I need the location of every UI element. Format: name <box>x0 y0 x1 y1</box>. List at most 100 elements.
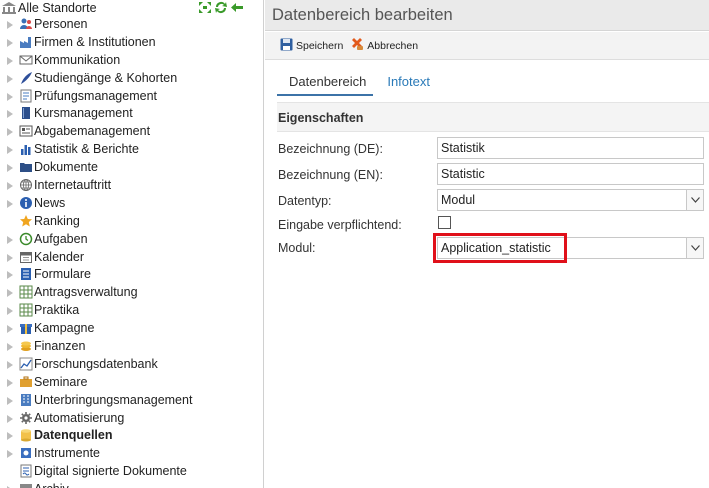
tree-item-label: Kommunikation <box>34 52 121 67</box>
bar-chart-icon <box>19 142 33 156</box>
tab-datenbereich[interactable]: Datenbereich <box>277 72 374 96</box>
tree-item-internetauftritt[interactable]: Internetauftritt <box>0 176 263 194</box>
expand-triangle-icon[interactable] <box>6 73 14 83</box>
expand-triangle-icon[interactable] <box>6 287 14 298</box>
tree-item-label: Kalender <box>34 249 85 264</box>
cancel-button[interactable]: Abbrechen <box>350 37 418 54</box>
tab-infotext[interactable]: Infotext <box>373 72 437 96</box>
tree-item-personen[interactable]: Personen <box>0 15 263 33</box>
name-de-field[interactable]: Statistik <box>437 137 704 159</box>
feather-icon <box>19 71 33 85</box>
grid-icon <box>19 303 33 317</box>
expand-triangle-icon[interactable] <box>6 108 14 119</box>
tree-item-kampagne[interactable]: Kampagne <box>0 319 263 337</box>
tree-item-antragsverwaltung[interactable]: Antragsverwaltung <box>0 283 263 301</box>
tree-item-statistik-berichte[interactable]: Statistik & Berichte <box>0 140 263 158</box>
section-title: Eigenschaften <box>278 111 364 125</box>
tree-item-abgabemanagement[interactable]: Abgabemanagement <box>0 122 263 140</box>
expand-triangle-icon[interactable] <box>6 413 14 423</box>
tree-item-unterbringungsmanagement[interactable]: Unterbringungsmanagement <box>0 391 263 409</box>
tree-item-label: Aufgaben <box>34 231 88 246</box>
expand-triangle-icon[interactable] <box>6 144 14 155</box>
expand-triangle-icon[interactable] <box>6 162 14 173</box>
database-icon <box>19 428 33 442</box>
tree-item-automatisierung[interactable]: Automatisierung <box>0 409 263 427</box>
expand-triangle-icon[interactable] <box>6 377 14 387</box>
datatype-value: Modul <box>441 193 476 207</box>
tree-item-kursmanagement[interactable]: Kursmanagement <box>0 104 263 122</box>
expand-triangle-icon[interactable] <box>6 252 14 262</box>
line-chart-icon <box>19 357 33 371</box>
tree-root-label: Alle Standorte <box>18 1 97 15</box>
expand-triangle-icon[interactable] <box>6 126 14 137</box>
section-header: Eigenschaften <box>277 102 709 132</box>
expand-triangle-icon[interactable] <box>6 341 14 351</box>
required-checkbox[interactable] <box>438 216 451 229</box>
tree-item-label: Abgabemanagement <box>34 124 151 139</box>
expand-triangle-icon[interactable] <box>6 323 14 334</box>
expand-triangle-icon[interactable] <box>6 448 14 459</box>
tree-item-archiv[interactable]: Archiv <box>0 480 263 488</box>
expand-all-icon[interactable] <box>198 1 212 14</box>
expand-triangle-icon[interactable] <box>6 55 14 65</box>
signed-doc-icon <box>19 464 33 478</box>
tree-item-ranking[interactable]: Ranking <box>0 212 263 230</box>
expand-triangle-icon[interactable] <box>6 180 14 190</box>
tree-item-finanzen[interactable]: Finanzen <box>0 337 263 355</box>
tree-item-label: Finanzen <box>34 338 86 353</box>
tree-item-formulare[interactable]: Formulare <box>0 265 263 283</box>
tree-item-kommunikation[interactable]: Kommunikation <box>0 51 263 69</box>
chevron-down-icon[interactable] <box>686 190 703 210</box>
expand-triangle-icon[interactable] <box>6 430 14 441</box>
factory-icon <box>19 35 33 49</box>
institution-icon <box>1 1 17 15</box>
save-button[interactable]: Speichern <box>280 38 343 54</box>
datatype-select[interactable]: Modul <box>437 189 704 211</box>
tree-item-label: Praktika <box>34 303 80 318</box>
expand-triangle-icon[interactable] <box>6 198 14 208</box>
tree-item-studiengänge-kohorten[interactable]: Studiengänge & Kohorten <box>0 69 263 87</box>
expand-triangle-icon[interactable] <box>6 269 14 280</box>
page-title: Datenbereich bearbeiten <box>272 6 453 24</box>
people-icon <box>19 17 33 31</box>
expand-triangle-icon[interactable] <box>6 484 14 488</box>
expand-triangle-icon[interactable] <box>6 395 14 405</box>
required-label: Eingabe verpflichtend: <box>278 218 402 232</box>
chevron-down-icon[interactable] <box>686 238 703 258</box>
briefcase-icon <box>19 375 33 389</box>
tree-item-label: Formulare <box>34 267 91 282</box>
clock-arrow-icon <box>19 232 33 246</box>
tree-item-news[interactable]: News <box>0 194 263 212</box>
tree-item-label: Forschungsdatenbank <box>34 356 158 371</box>
navigation-tree: Alle Standorte Personen Firmen & Institut… <box>0 0 264 488</box>
expand-triangle-icon[interactable] <box>6 234 14 244</box>
tree-item-prüfungsmanagement[interactable]: Prüfungsmanagement <box>0 87 263 105</box>
expand-triangle-icon[interactable] <box>6 359 14 369</box>
tree-item-instrumente[interactable]: Instrumente <box>0 444 263 462</box>
tree-item-aufgaben[interactable]: Aufgaben <box>0 230 263 248</box>
tree-item-firmen-institutionen[interactable]: Firmen & Institutionen <box>0 33 263 51</box>
tree-item-datenquellen[interactable]: Datenquellen <box>0 426 263 444</box>
tree-item-label: Datenquellen <box>34 428 113 443</box>
tree-item-label: Ranking <box>34 213 80 228</box>
expand-triangle-icon[interactable] <box>6 37 14 47</box>
expand-triangle-icon[interactable] <box>6 19 14 29</box>
form-icon <box>19 267 33 281</box>
instrument-icon <box>19 446 33 460</box>
tree-item-label: Kampagne <box>34 321 95 336</box>
tree-item-dokumente[interactable]: Dokumente <box>0 158 263 176</box>
name-en-field[interactable]: Statistic <box>437 163 704 185</box>
tree-item-kalender[interactable]: Kalender <box>0 248 263 266</box>
back-arrow-icon[interactable] <box>230 1 244 14</box>
tree-item-forschungsdatenbank[interactable]: Forschungsdatenbank <box>0 355 263 373</box>
tree-item-praktika[interactable]: Praktika <box>0 301 263 319</box>
expand-triangle-icon[interactable] <box>6 305 14 316</box>
refresh-icon[interactable] <box>214 1 228 14</box>
tree-item-label: Dokumente <box>34 160 98 175</box>
tree-item-label: Firmen & Institutionen <box>34 34 156 49</box>
tree-item-label: Studiengänge & Kohorten <box>34 70 178 85</box>
tree-item-seminare[interactable]: Seminare <box>0 373 263 391</box>
tree-item-digital-signierte-dokumente[interactable]: Digital signierte Dokumente <box>0 462 263 480</box>
expand-triangle-icon[interactable] <box>6 91 14 101</box>
info-icon <box>19 196 33 210</box>
